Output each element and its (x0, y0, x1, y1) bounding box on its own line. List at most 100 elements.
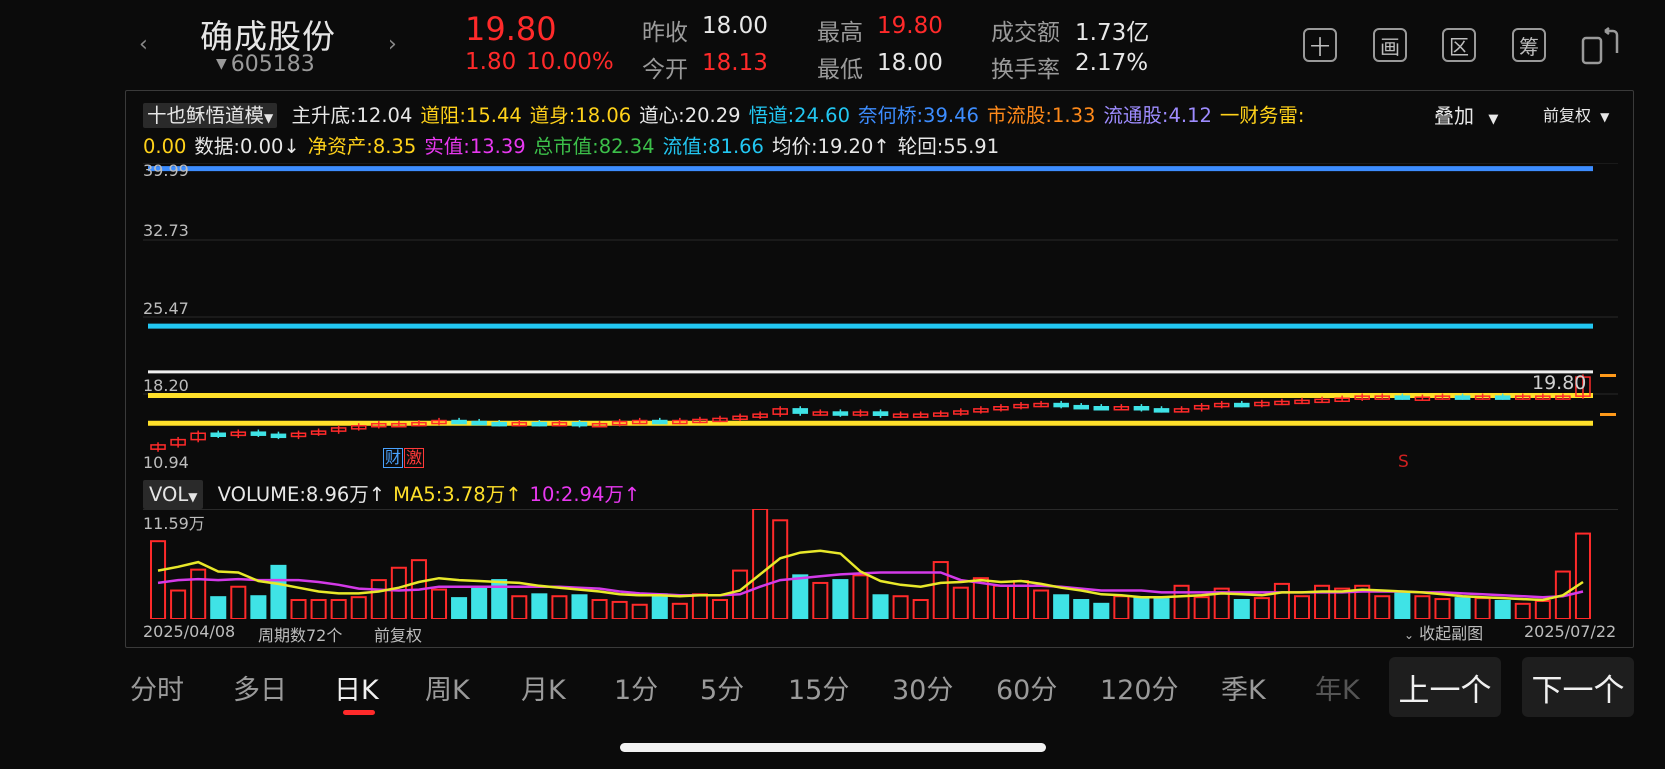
volume-bar-63 (1414, 595, 1431, 619)
volume-bar-46 (1073, 599, 1090, 619)
volume-bar-54 (1233, 599, 1250, 619)
indicator-value-0: 主升底:12.04 (291, 104, 413, 127)
stat-value-open: 18.13 (702, 50, 768, 76)
stat-value-low: 18.00 (877, 50, 943, 76)
tab-4[interactable]: 月K (521, 668, 566, 707)
tab-5[interactable]: 1分 (614, 668, 658, 707)
indicator-value-2-2: 净资产:8.35 (307, 135, 417, 158)
marker-s[interactable]: S (1398, 452, 1409, 472)
indicator-line-1: 十也稣悟道模▼ 主升底:12.04 道阻:15.44 道身:18.06 道心:20.2… (143, 99, 1304, 128)
tab-9[interactable]: 60分 (996, 668, 1057, 707)
volume-bar-3 (210, 596, 227, 619)
tab-2[interactable]: 日K (334, 668, 379, 707)
prev-button[interactable]: 上一个 (1389, 657, 1501, 717)
volume-bar-62 (1394, 591, 1411, 619)
candle-body-19 (531, 421, 548, 427)
candle-body-17 (491, 421, 507, 427)
stock-code[interactable]: ▼ 605183 (216, 52, 315, 77)
volume-bar-40 (952, 586, 969, 619)
price-marker-upper (1600, 374, 1616, 377)
price-change-pct: 10.00% (526, 49, 614, 75)
stat-label-low: 最低 (817, 57, 863, 83)
range-tool-button[interactable]: 区 (1442, 28, 1476, 62)
prev-stock-arrow[interactable]: ‹ (139, 32, 148, 57)
rotate-screen-icon[interactable] (1580, 26, 1620, 66)
candle-body-25 (651, 419, 668, 425)
volume-bar-28 (711, 599, 729, 619)
volume-legend-value-2: 10:2.94万↑ (529, 483, 641, 506)
indicator-value-2-1: 数据:0.00↓ (194, 135, 300, 158)
home-indicator[interactable] (620, 743, 1046, 752)
tab-1[interactable]: 多日 (233, 668, 287, 707)
volume-bar-12 (390, 566, 407, 619)
tab-6[interactable]: 5分 (700, 668, 744, 707)
tab-11[interactable]: 季K (1221, 668, 1266, 707)
tab-7[interactable]: 15分 (788, 668, 849, 707)
candle-body-47 (1093, 405, 1110, 411)
volume-bar-2 (190, 568, 207, 619)
stat-label-turnover-amount: 成交额 (991, 20, 1060, 46)
volume-selector[interactable]: VOL▼ (143, 480, 204, 509)
volume-bar-8 (310, 599, 327, 619)
volume-bar-34 (832, 579, 849, 619)
chevron-double-down-icon: ⌄ (1404, 628, 1415, 642)
indicator-value-2-4: 总市值:82.34 (533, 135, 655, 158)
volume-bar-65 (1454, 597, 1471, 619)
overlay-dropdown[interactable]: 叠加 ▼ (1434, 100, 1498, 129)
indicator-value-2: 道身:18.06 (529, 104, 632, 127)
stock-name: 确成股份 (200, 17, 336, 56)
volume-bar-32 (792, 574, 809, 619)
volume-bar-1 (170, 589, 187, 619)
candle-body-65 (1454, 395, 1471, 400)
candle-body-62 (1394, 395, 1411, 400)
volume-bar-33 (812, 581, 829, 619)
candle-body-32 (792, 408, 809, 414)
volume-bar-6 (270, 564, 287, 619)
candle-body-50 (1153, 408, 1170, 413)
indicator-value-3: 道心:20.29 (639, 104, 741, 127)
marker-cai[interactable]: 财 (383, 448, 404, 468)
y-tick-3: 18.20 (143, 376, 189, 395)
crosshair-tool-button[interactable]: 十 (1303, 28, 1337, 62)
indicator-value-2-7: 轮回:55.91 (897, 135, 1000, 158)
volume-bar-56 (1273, 582, 1290, 619)
volume-bar-23 (611, 600, 628, 619)
kline-chart[interactable] (143, 163, 1618, 471)
tab-12[interactable]: 年K (1315, 668, 1360, 707)
next-stock-arrow[interactable]: › (388, 32, 397, 57)
volume-legend-value-1: MA5:3.78万↑ (393, 483, 522, 506)
tab-3[interactable]: 周K (425, 668, 470, 707)
volume-bar-16 (471, 587, 488, 619)
collapse-subchart-button[interactable]: ⌄ 收起副图 (1404, 620, 1483, 644)
chips-tool-button[interactable]: 筹 (1512, 28, 1546, 62)
volume-bar-15 (451, 597, 468, 619)
indicator-selector[interactable]: 十也稣悟道模▼ (143, 103, 278, 128)
candle-body-36 (872, 411, 889, 416)
candle-body-3 (210, 432, 227, 438)
volume-bar-27 (691, 593, 708, 619)
volume-bar-48 (1113, 595, 1130, 619)
draw-tool-button[interactable]: 画 (1373, 28, 1407, 62)
y-tick-2: 25.47 (143, 299, 189, 318)
volume-bar-35 (852, 574, 869, 619)
tab-8[interactable]: 30分 (892, 668, 953, 707)
candle-body-15 (451, 419, 467, 425)
volume-bar-9 (330, 599, 347, 619)
active-tab-underline (343, 710, 375, 715)
adjust-dropdown[interactable]: 前复权 ▼ (1543, 102, 1609, 126)
price-marker-lower (1600, 413, 1616, 416)
chevron-down-icon: ▼ (1488, 112, 1499, 127)
candle-body-21 (571, 421, 588, 427)
volume-bar-39 (932, 561, 949, 619)
chevron-down-icon: ▼ (1600, 110, 1610, 124)
next-button[interactable]: 下一个 (1522, 657, 1634, 717)
stat-value-prev-close: 18.00 (702, 13, 768, 39)
candle-body-46 (1073, 404, 1090, 410)
tab-0[interactable]: 分时 (130, 668, 184, 707)
marker-ji[interactable]: 激 (404, 448, 425, 468)
stat-label-high: 最高 (817, 20, 863, 46)
tab-10[interactable]: 120分 (1100, 668, 1179, 707)
volume-bar-52 (1193, 596, 1210, 619)
volume-chart[interactable] (143, 509, 1618, 619)
volume-bar-51 (1173, 584, 1190, 619)
